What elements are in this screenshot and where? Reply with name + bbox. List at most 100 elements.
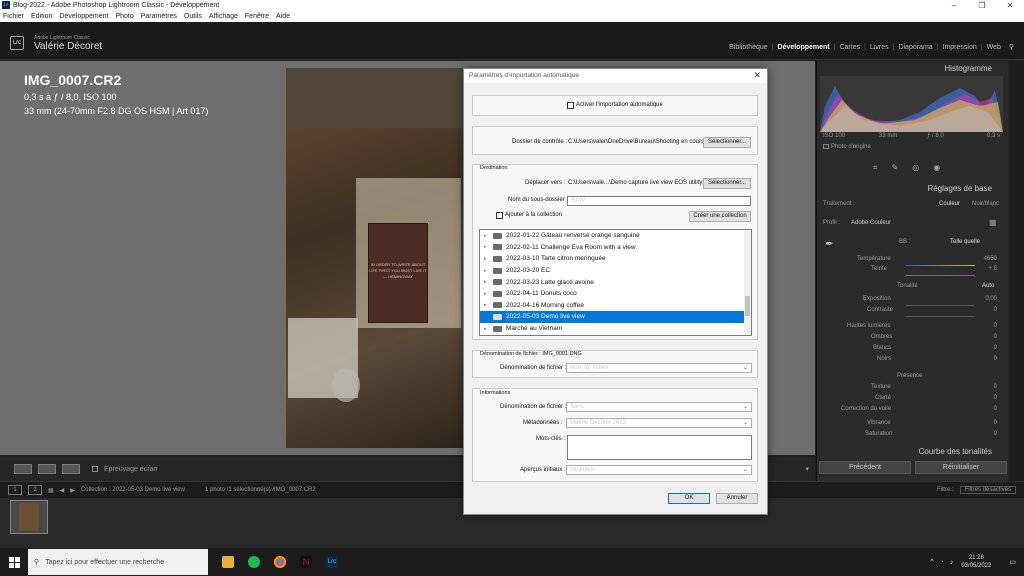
clarity-value[interactable]: 0 [967,395,997,401]
subfolder-input[interactable]: RAW [567,196,751,206]
exposure-slider[interactable] [905,305,975,306]
chrome-icon[interactable] [274,556,286,568]
collection-tree-scrollbar[interactable] [744,230,751,335]
toolbar-menu-chevron-icon[interactable]: ▾ [805,465,809,473]
treatment-color[interactable]: Couleur [939,201,960,207]
menu-parametres[interactable]: Paramètres [141,13,177,20]
texture-value[interactable]: 0 [967,384,997,390]
contrast-slider[interactable] [905,316,975,317]
highlights-value[interactable]: 0 [967,323,997,329]
right-panel-scrollbar[interactable] [1009,61,1024,481]
menu-fenetre[interactable]: Fenêtre [245,13,269,20]
basic-header[interactable]: Réglages de base [928,184,993,193]
collection-row[interactable]: ▸ Marché au Vietnam [480,323,751,335]
collection-row-selected[interactable]: 2022-05-03 Demo live view [480,311,751,323]
whites-value[interactable]: 0 [967,345,997,351]
dialog-close-icon[interactable]: ✕ [753,70,761,81]
forward-arrow-icon[interactable]: ▶ [70,487,75,494]
histogram-graph[interactable] [820,76,1003,132]
collection-row[interactable]: ▸ 2022-04-11 Donuts coco [480,288,751,300]
lightroom-taskbar-icon[interactable]: Lrc [326,556,338,568]
collection-row[interactable]: ▸ 2022-04-16 Morning coffee [480,300,751,312]
module-book[interactable]: Livres [870,44,889,51]
watch-folder-select-button[interactable]: Sélectionner... [703,137,751,148]
cancel-button[interactable]: Annuler [716,493,758,504]
collection-row[interactable]: ▸ 2022-03-10 Tarte citron meringuée [480,253,751,265]
move-to-select-button[interactable]: Sélectionner... [703,178,751,189]
treatment-bw[interactable]: Noir/blanc [972,201,999,207]
spotify-icon[interactable] [248,556,260,568]
tray-chevron-icon[interactable]: ^ [930,559,933,566]
naming-dropdown[interactable]: Nom du fichier ⌄ [566,363,752,373]
shadows-value[interactable]: 0 [967,334,997,340]
profile-browser-icon[interactable]: ▦ [989,218,997,227]
menu-outils[interactable]: Outils [184,13,202,20]
wb-picker-icon[interactable]: ✒ [825,239,833,250]
enable-auto-import-label[interactable]: Activer l'importation automatique [576,102,663,108]
maximize-button[interactable]: ❐ [968,1,996,10]
module-print[interactable]: Impression [943,44,977,51]
metadata-dropdown[interactable]: Valérie Décoret 2022 ⌄ [566,418,752,428]
menu-fichier[interactable]: Fichier [3,13,24,20]
blacks-value[interactable]: 0 [967,356,997,362]
saturation-value[interactable]: 0 [967,431,997,437]
before-after-button[interactable] [38,464,56,474]
tint-slider[interactable] [905,275,975,276]
loupe-view-button[interactable] [14,464,32,474]
back-arrow-icon[interactable]: ◀ [60,487,65,494]
soft-proof-checkbox[interactable] [92,466,98,472]
crop-tool-icon[interactable]: ⌗ [873,163,878,173]
exposure-value[interactable]: 0,00 [967,296,997,302]
module-map[interactable]: Cartes [839,44,860,51]
create-collection-button[interactable]: Créer une collection [689,211,751,222]
original-photo-label[interactable]: Photo d'origine [831,144,871,150]
keywords-textarea[interactable] [567,435,752,460]
main-window-button[interactable]: 1 [8,485,22,495]
menu-edition[interactable]: Edition [31,13,52,20]
mask-tool-icon[interactable]: ◉ [933,163,940,173]
filmstrip-thumbnail[interactable] [10,500,48,534]
tint-value[interactable]: + 8 [967,266,997,272]
collection-path[interactable]: Collection : 2022-05-03 Demo live view [81,487,185,493]
collection-row[interactable]: ▸ 2022-03-20 EC [480,265,751,277]
add-collection-checkbox[interactable]: ✓ [496,212,503,219]
dehaze-value[interactable]: 0 [967,406,997,412]
module-develop[interactable]: Développement [778,44,830,51]
reset-button[interactable]: Réinitialiser [915,461,1007,474]
contrast-value[interactable]: 0 [967,307,997,313]
compare-mode-button[interactable] [62,464,80,474]
taskbar-clock[interactable]: 21:28 03/05/2022 [961,554,991,570]
minimize-button[interactable]: – [940,1,968,10]
wb-dropdown[interactable]: Telle quelle [950,239,980,245]
module-slideshow[interactable]: Diaporama [898,44,932,51]
volume-icon[interactable]: ♪ [950,559,954,566]
redeye-icon[interactable]: ◎ [912,163,919,173]
menu-photo[interactable]: Photo [115,13,133,20]
profile-icon[interactable]: ⚲ [1009,43,1014,51]
add-collection-label[interactable]: Ajouter à la collection [505,212,562,218]
close-window-button[interactable]: ✕ [996,1,1024,10]
module-web[interactable]: Web [987,44,1001,51]
file-explorer-icon[interactable] [222,556,234,568]
filter-dropdown[interactable]: Filtres désactivés [959,486,1016,494]
histogram-header[interactable]: Histogramme [944,64,992,73]
temperature-value[interactable]: 4650 [967,256,997,262]
windows-start-icon[interactable] [0,548,28,576]
enable-auto-import-checkbox[interactable]: ✓ [567,102,574,109]
grid-icon[interactable]: ▦ [48,487,54,494]
profile-dropdown[interactable]: Adobe Couleur [851,220,891,226]
menu-developpement[interactable]: Développement [59,13,108,20]
collection-row[interactable]: ▸ 2022-02-11 Challenge Eva Room with a vi… [480,242,751,254]
network-icon[interactable]: ◔ [940,559,944,566]
notification-icon[interactable]: ▭ [1009,558,1016,566]
vibrance-value[interactable]: 0 [967,420,997,426]
ok-button[interactable]: OK [668,493,710,504]
develop-settings-dropdown[interactable]: Sans ⌄ [566,402,752,412]
second-window-button[interactable]: 2 [28,485,42,495]
netflix-icon[interactable]: N [300,556,312,568]
spot-removal-icon[interactable]: ✎ [892,163,899,173]
module-library[interactable]: Bibliothèque [729,44,768,51]
collection-row[interactable]: ▸ 2022-01-22 Gâteau renversé orange sangu… [480,230,751,242]
collection-row[interactable]: ▸ 2022-03-23 Latte glacé avoine [480,276,751,288]
previous-button[interactable]: Précédent [819,461,911,474]
